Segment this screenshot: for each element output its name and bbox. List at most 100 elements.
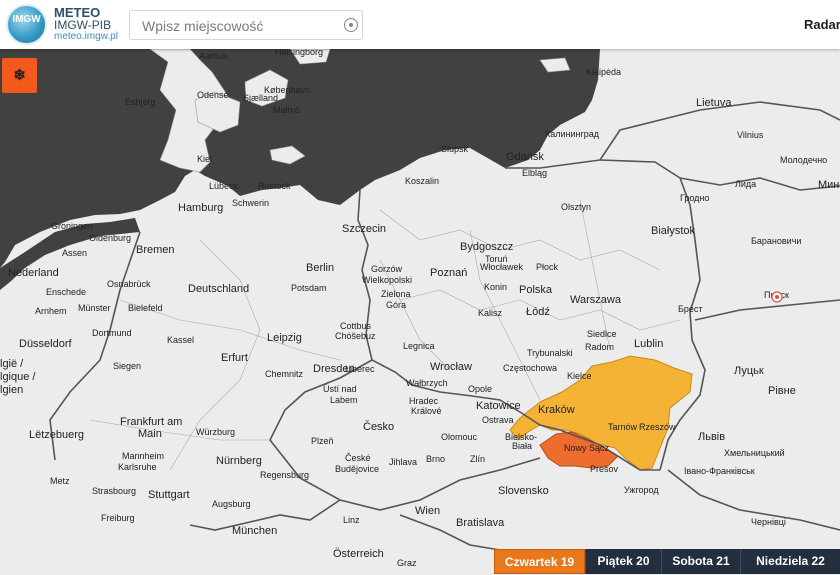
city-osnabruck: Osnabrück [107, 279, 151, 289]
logo-text: IMGW [12, 14, 41, 25]
city-lida: Лида [735, 179, 756, 189]
city-dresden: Dresden [313, 363, 355, 375]
city-baranovichi: Барановичи [751, 236, 801, 246]
city-freiburg: Freiburg [101, 513, 135, 523]
city-grodno: Гродно [680, 193, 709, 203]
city-siedlce: Siedlce [587, 329, 617, 339]
tab-day-3[interactable]: Sobota 21 [661, 549, 740, 574]
city-olsztyn: Olsztyn [561, 202, 591, 212]
warning-type-button[interactable]: ❄︎ [2, 58, 37, 93]
city-graz: Graz [397, 558, 417, 568]
city-budejovice: Budějovice [335, 464, 379, 474]
city-brest: Брест [678, 304, 703, 314]
city-esbjerg: Esbjerg [125, 97, 156, 107]
city-legnica: Legnica [403, 341, 435, 351]
city-warszawa: Warszawa [570, 294, 622, 306]
snowflake-icon: ❄︎ [13, 67, 26, 84]
city-erfurt: Erfurt [221, 352, 248, 364]
city-rzeszow: Rzeszów [639, 422, 676, 432]
city-elblag: Elbląg [522, 168, 547, 178]
city-berlin: Berlin [306, 262, 334, 274]
city-linz: Linz [343, 515, 360, 525]
city-mannheim: Mannheim [122, 451, 164, 461]
city-rostock: Rostock [258, 181, 291, 191]
city-krakow: Kraków [538, 404, 575, 416]
city-chemnitz: Chemnitz [265, 369, 304, 379]
city-lviv: Львів [698, 431, 725, 443]
city-gorzow: Gorzów [371, 264, 403, 274]
city-plzen: Plzeň [311, 436, 334, 446]
city-szczecin: Szczecin [342, 223, 386, 235]
city-wielkopolski: Wielkopolski [362, 275, 412, 285]
city-uzhorod: Ужгород [624, 485, 659, 495]
top-bar: IMGW METEO IMGW-PIB meteo.imgw.pl Radar [0, 0, 840, 49]
city-molodechno: Молодечно [780, 155, 827, 165]
tab-day-2[interactable]: Piątek 20 [585, 549, 661, 574]
city-kiel: Kiel [197, 154, 212, 164]
city-trybunalski: Trybunalski [527, 348, 573, 358]
search-box [129, 10, 363, 40]
city-plock: Płock [536, 262, 559, 272]
city-chosebuz: Chóšebuz [335, 331, 376, 341]
locate-icon[interactable] [344, 18, 358, 32]
city-augsburg: Augsburg [212, 499, 251, 509]
country-slovensko: Slovensko [498, 485, 549, 497]
country-belgique: lgique / [0, 371, 36, 383]
city-radom: Radom [585, 342, 614, 352]
country-cesko: Česko [363, 420, 394, 433]
tab-day-4[interactable]: Niedziela 22 [740, 549, 840, 574]
city-kielce: Kielce [567, 371, 592, 381]
city-katowice: Katowice [476, 400, 521, 412]
city-dortmund: Dortmund [92, 328, 132, 338]
brand-line-imgw: IMGW-PIB [54, 18, 112, 32]
city-aarhus: Aarhus [199, 51, 228, 61]
brand[interactable]: METEO IMGW-PIB meteo.imgw.pl [54, 6, 118, 43]
warning-map[interactable]: Aarhus Helsingborg København Malmö Odens… [0, 49, 840, 574]
country-belgie: lgië / [0, 358, 24, 370]
country-nederland: Nederland [8, 267, 59, 279]
search-input[interactable] [140, 16, 344, 36]
city-nowy-sacz: Nowy Sącz [564, 443, 610, 453]
city-strasbourg: Strasbourg [92, 486, 136, 496]
city-odense: Odense [197, 90, 229, 100]
city-karlsruhe: Karlsruhe [118, 462, 157, 472]
tab-day-1[interactable]: Czwartek 19 [494, 549, 585, 574]
city-enschede: Enschede [46, 287, 86, 297]
city-hradec: Hradec [409, 396, 439, 406]
city-wroclaw: Wrocław [430, 361, 472, 373]
country-polska: Polska [519, 284, 553, 296]
city-leipzig: Leipzig [267, 332, 302, 344]
city-jihlava: Jihlava [389, 457, 417, 467]
city-tarnow: Tarnów [608, 422, 638, 432]
city-ceske: České [345, 453, 371, 463]
city-munster: Münster [78, 303, 111, 313]
imgw-logo[interactable]: IMGW [6, 4, 47, 45]
city-vilnius: Vilnius [737, 130, 764, 140]
city-chernivtsi: Чернівці [751, 517, 786, 527]
city-letzebuerg: Lëtzebuerg [29, 429, 84, 441]
city-usti: Ústí nad [323, 384, 357, 394]
city-klaipeda: Klaipėda [586, 67, 621, 77]
city-sjaelland: Sjælland [243, 93, 278, 103]
radar-link[interactable]: Radar [804, 17, 840, 32]
city-arnhem: Arnhem [35, 306, 67, 316]
city-bialystok: Białystok [651, 225, 696, 237]
city-nurnberg: Nürnberg [216, 455, 262, 467]
city-regensburg: Regensburg [260, 470, 309, 480]
country-lietuva: Lietuva [696, 97, 732, 109]
city-slupsk: Słupsk [441, 144, 469, 154]
country-deutschland: Deutschland [188, 283, 249, 295]
city-brno: Brno [426, 454, 445, 464]
city-wloclawek: Włocławek [480, 262, 524, 272]
city-khmelnytskyi: Хмельницький [724, 448, 785, 458]
city-ivano: Івано-Франківськ [684, 466, 755, 476]
city-frankfurt: Frankfurt am [120, 416, 182, 428]
city-dusseldorf: Düsseldorf [19, 338, 73, 350]
country-osterreich: Österreich [333, 548, 384, 560]
city-siegen: Siegen [113, 361, 141, 371]
city-kralove: Králové [411, 406, 442, 416]
country-belgien: lgien [0, 384, 23, 396]
city-wurzburg: Würzburg [196, 427, 235, 437]
city-assen: Assen [62, 248, 87, 258]
location-marker-dot [775, 295, 779, 299]
